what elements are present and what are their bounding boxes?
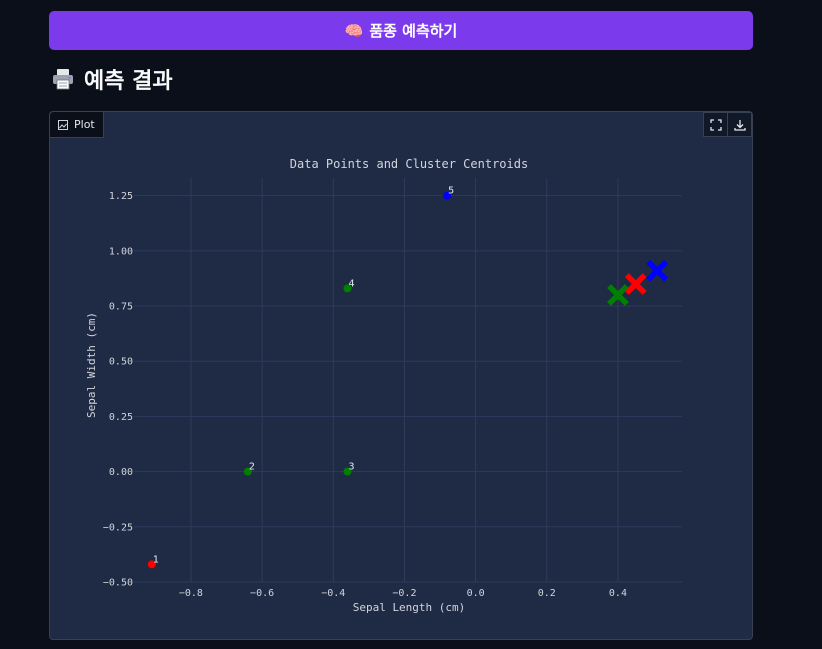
brain-icon: 🧠 xyxy=(344,21,364,40)
chart-grid xyxy=(134,178,682,583)
x-tick-label: −0.8 xyxy=(179,588,203,599)
data-point-label: 1 xyxy=(153,554,159,565)
y-tick-label: −0.50 xyxy=(103,578,133,589)
scatter-chart: Data Points and Cluster Centroids −0.8 −0… xyxy=(85,157,682,614)
x-tick-label: 0.2 xyxy=(538,588,556,599)
result-title: 예측 결과 xyxy=(84,69,173,94)
y-tick-label: 0.00 xyxy=(109,467,133,478)
data-point-label: 3 xyxy=(349,462,355,473)
chart-points: 1 2 3 4 5 xyxy=(147,186,454,569)
x-tick-label: −0.4 xyxy=(321,588,345,599)
predict-button[interactable]: 🧠 품종 예측하기 xyxy=(49,11,753,50)
plot-panel: Plot Data Points and Cluster Centroids −… xyxy=(49,111,753,640)
x-tick-label: −0.2 xyxy=(392,588,416,599)
result-heading: 예측 결과 xyxy=(51,62,173,96)
chart-title: Data Points and Cluster Centroids xyxy=(290,157,528,171)
centroid-marker xyxy=(624,273,647,295)
y-tick-label: 0.25 xyxy=(109,412,133,423)
y-tick-label: −0.25 xyxy=(103,522,133,533)
x-tick-label: −0.6 xyxy=(250,588,274,599)
printer-icon xyxy=(53,69,73,90)
y-tick-label: 0.75 xyxy=(109,302,133,313)
data-point-label: 5 xyxy=(448,186,454,197)
y-tick-label: 1.25 xyxy=(109,191,133,202)
centroid-marker xyxy=(646,259,668,282)
x-tick-label: 0.0 xyxy=(467,588,485,599)
data-point-label: 2 xyxy=(249,462,255,473)
data-point-label: 4 xyxy=(349,278,355,289)
chart-axes: −0.8 −0.6 −0.4 −0.2 0.0 0.2 0.4 −0.50 −0.25 0.00 0… xyxy=(103,191,627,599)
y-axis-label: Sepal Width (cm) xyxy=(85,312,98,418)
y-tick-label: 0.50 xyxy=(109,357,133,368)
chart-centroids xyxy=(607,259,668,306)
y-tick-label: 1.00 xyxy=(109,246,133,257)
x-tick-label: 0.4 xyxy=(609,588,627,599)
x-axis-label: Sepal Length (cm) xyxy=(353,601,466,614)
predict-button-label: 품종 예측하기 xyxy=(369,22,458,40)
